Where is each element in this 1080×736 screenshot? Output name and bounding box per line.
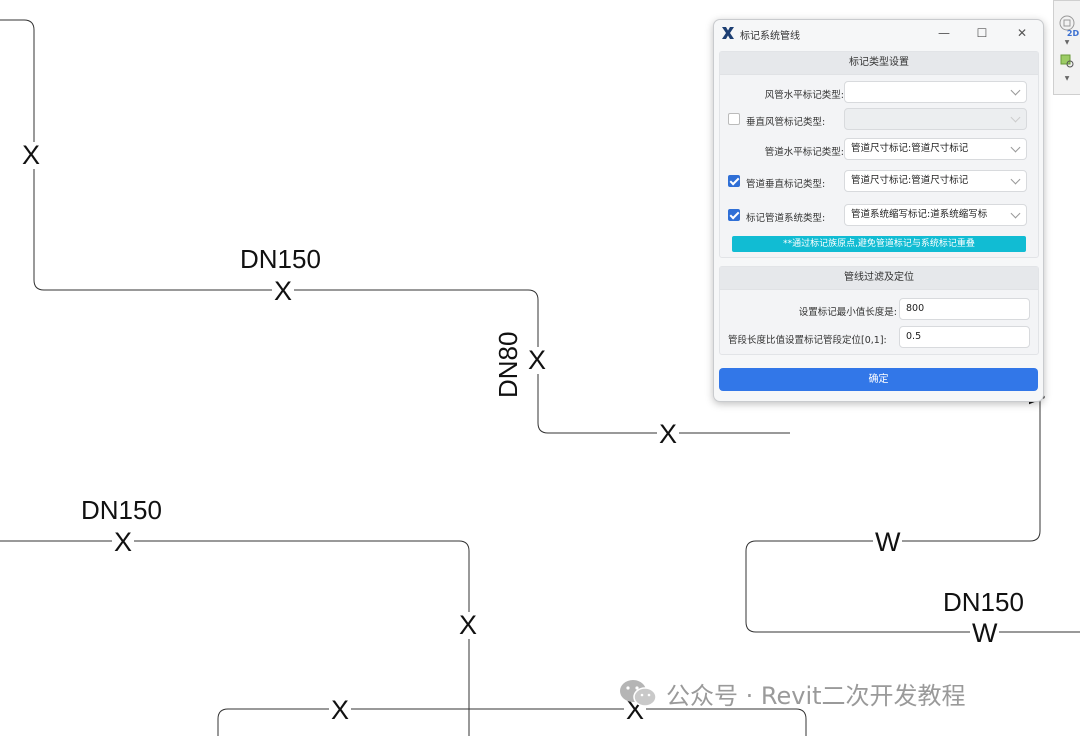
pipe-mark-x: X [112, 527, 135, 557]
chevron-down-icon[interactable]: ▼ [1054, 75, 1080, 82]
confirm-button[interactable]: 确定 [719, 368, 1038, 391]
pipe-mark-x: X [272, 276, 295, 306]
notice-banner: **通过标记族原点,避免管道标记与系统标记重叠 [732, 236, 1026, 252]
maximize-button[interactable]: ☐ [972, 24, 992, 42]
chevron-down-icon [1010, 85, 1021, 96]
pipe-size-label: DN80 [493, 331, 523, 398]
pipe-system-checkbox[interactable] [728, 209, 740, 221]
chevron-down-icon [1010, 112, 1021, 123]
duct-vertical-label: 垂直风管标记类型: [746, 117, 826, 128]
pipe-mark-x: X [457, 610, 480, 640]
pipe-mark-x: X [657, 419, 680, 449]
close-button[interactable]: ✕ [1012, 24, 1032, 42]
pipe-segment-4 [745, 400, 1080, 633]
zoom-icon[interactable] [1054, 53, 1080, 72]
title-bar[interactable]: 标记系统管线 — ☐ ✕ [714, 20, 1043, 47]
pipe-vertical-row: 管道垂直标记类型: 管道尺寸标记:管道尺寸标记 [720, 170, 1038, 194]
duct-horizontal-row: 风管水平标记类型: [720, 81, 1038, 105]
wechat-icon [618, 677, 658, 711]
pipe-mark-x: X [20, 140, 43, 170]
min-length-input[interactable]: 800 [899, 298, 1030, 320]
pipe-mark-w: W [970, 618, 1000, 648]
minimize-button[interactable]: — [934, 24, 954, 42]
mark-system-pipes-dialog: 标记系统管线 — ☐ ✕ 标记类型设置 风管水平标记类型: 垂直风管标记类型: … [713, 19, 1044, 402]
pipe-vertical-label: 管道垂直标记类型: [746, 179, 826, 190]
position-ratio-label: 管段长度比值设置标记管段定位[0,1]: [728, 335, 887, 346]
chevron-down-icon[interactable]: ▼ [1054, 39, 1080, 46]
view-toolbar: 2D ▼ ▼ [1053, 0, 1080, 95]
duct-horizontal-select[interactable] [844, 81, 1027, 103]
chevron-down-icon [1010, 142, 1021, 153]
mark-type-settings-section: 标记类型设置 风管水平标记类型: 垂直风管标记类型: 管道水平标记类型: 管道尺… [719, 51, 1039, 258]
pipe-horizontal-label: 管道水平标记类型: [764, 147, 844, 158]
pipe-segment-3 [217, 708, 807, 736]
pipe-size-label: DN150 [81, 495, 162, 525]
pipe-segment-1 [0, 19, 790, 434]
pipe-horizontal-row: 管道水平标记类型: 管道尺寸标记:管道尺寸标记 [720, 138, 1038, 162]
position-ratio-input[interactable]: 0.5 [899, 326, 1030, 348]
pipe-horizontal-select[interactable]: 管道尺寸标记:管道尺寸标记 [844, 138, 1027, 160]
position-ratio-row: 管段长度比值设置标记管段定位[0,1]: 0.5 [720, 326, 1038, 350]
duct-vertical-row: 垂直风管标记类型: [720, 108, 1038, 132]
pipe-system-row: 标记管道系统类型: 管道系统缩写标记:道系统缩写标 [720, 204, 1038, 228]
dialog-title: 标记系统管线 [740, 31, 800, 42]
pipe-system-select[interactable]: 管道系统缩写标记:道系统缩写标 [844, 204, 1027, 226]
pipe-mark-x: X [329, 695, 352, 725]
chevron-down-icon [1010, 208, 1021, 219]
duct-vertical-select[interactable] [844, 108, 1027, 130]
section-header: 管线过滤及定位 [720, 267, 1038, 290]
2d-label: 2D [1066, 29, 1080, 38]
watermark-text: 公众号 · Revit二次开发教程 [666, 682, 966, 710]
pipe-system-label: 标记管道系统类型: [746, 213, 826, 224]
duct-vertical-checkbox[interactable] [728, 113, 740, 125]
pipe-filter-section: 管线过滤及定位 设置标记最小值长度是: 800 管段长度比值设置标记管段定位[0… [719, 266, 1039, 355]
section-header: 标记类型设置 [720, 52, 1038, 75]
pipe-size-label: DN150 [943, 587, 1024, 617]
pipe-mark-x: X [526, 345, 549, 375]
pipe-mark-w: W [873, 527, 903, 557]
watermark: 公众号 · Revit二次开发教程 [618, 676, 966, 711]
pipe-size-label: DN150 [240, 244, 321, 274]
pipe-vertical-select[interactable]: 管道尺寸标记:管道尺寸标记 [844, 170, 1027, 192]
duct-horizontal-label: 风管水平标记类型: [764, 90, 844, 101]
revit-x-icon [722, 27, 734, 39]
min-length-row: 设置标记最小值长度是: 800 [720, 298, 1038, 322]
pipe-vertical-checkbox[interactable] [728, 175, 740, 187]
pipe-segment-2 [0, 540, 470, 736]
chevron-down-icon [1010, 174, 1021, 185]
min-length-label: 设置标记最小值长度是: [798, 307, 897, 318]
